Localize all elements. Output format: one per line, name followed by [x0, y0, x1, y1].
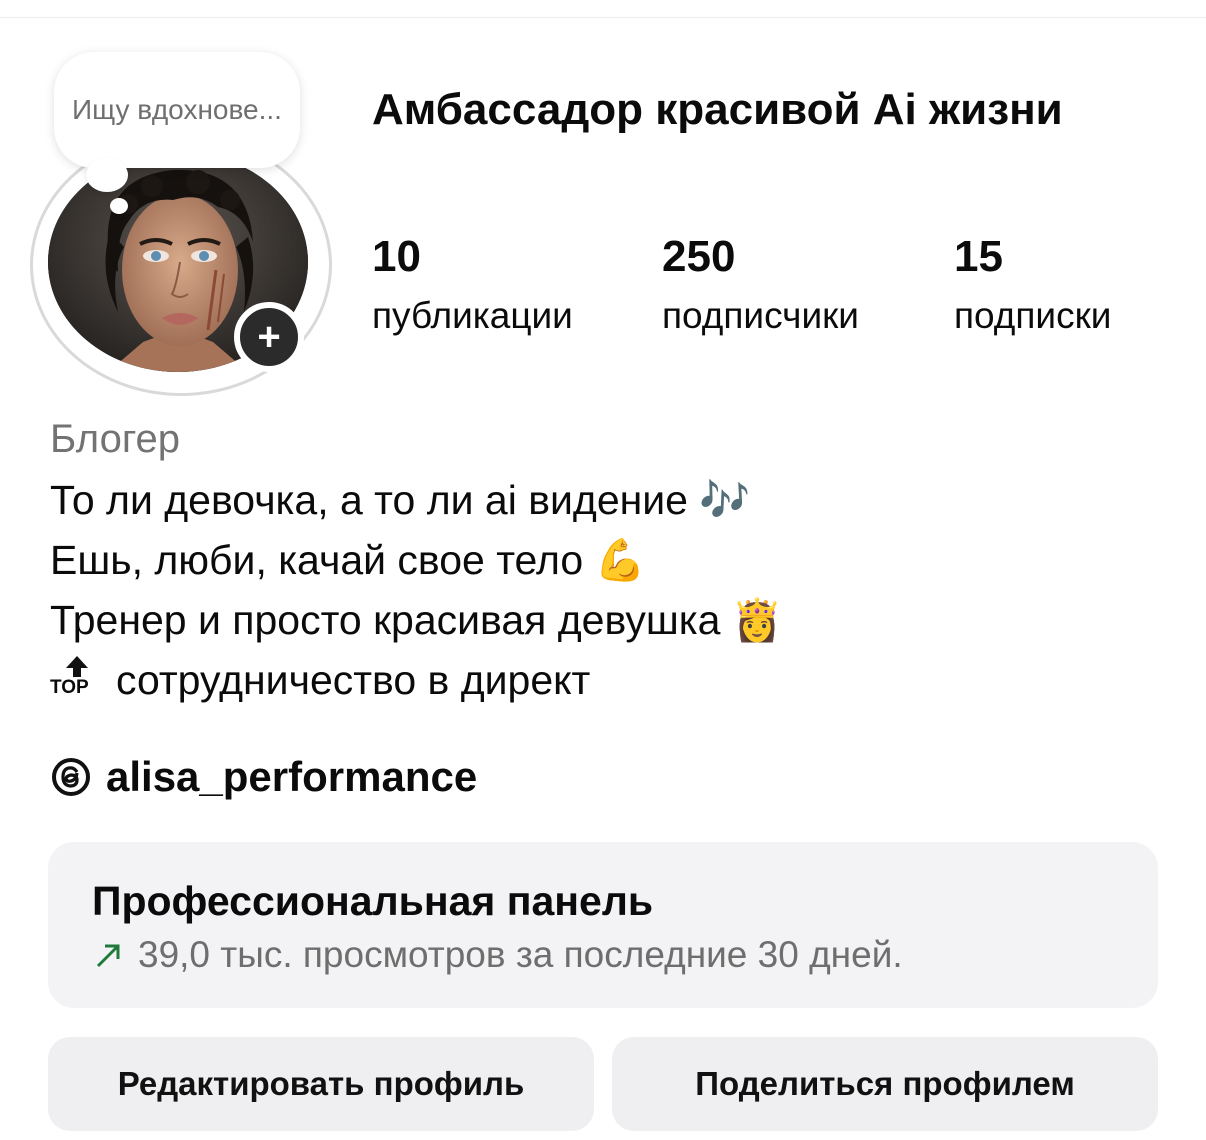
bio-line: То ли девочка, а то ли ai видение 🎶	[50, 470, 1150, 530]
bio: То ли девочка, а то ли ai видение 🎶 Ешь,…	[50, 470, 1150, 710]
stat-posts-value: 10	[372, 232, 421, 281]
bio-line: Ешь, люби, качай свое тело 💪	[50, 530, 1150, 590]
threads-icon	[52, 758, 90, 796]
edit-profile-button[interactable]: Редактировать профиль	[48, 1037, 594, 1131]
top-arrow-icon: TOP	[50, 656, 102, 700]
stat-followers[interactable]: 250 подписчики	[662, 230, 859, 346]
stat-posts[interactable]: 10 публикации	[372, 230, 573, 346]
top-divider	[0, 17, 1206, 18]
share-profile-label: Поделиться профилем	[695, 1065, 1075, 1102]
bio-line-text: То ли девочка, а то ли ai видение	[50, 477, 688, 523]
edit-profile-label: Редактировать профиль	[117, 1065, 525, 1102]
top-arrow-label: TOP	[50, 677, 89, 698]
note-bubble-tail	[86, 158, 128, 192]
bio-line-text: Ешь, люби, качай свое тело	[50, 537, 584, 583]
flexed-biceps-icon: 💪	[594, 536, 646, 584]
trend-up-arrow-icon	[96, 944, 120, 968]
threads-link[interactable]: alisa_performance	[50, 750, 477, 804]
princess-icon: 👸	[731, 596, 783, 644]
add-story-button[interactable]: +	[234, 302, 304, 372]
professional-dashboard[interactable]: Профессиональная панель 39,0 тыс. просмо…	[48, 842, 1158, 1008]
plus-icon: +	[257, 315, 281, 359]
stat-following-label: подписки	[954, 295, 1112, 336]
stat-posts-label: публикации	[372, 295, 573, 336]
profile-category: Блогер	[50, 417, 181, 461]
bio-line: TOP сотрудничество в директ	[50, 650, 1150, 710]
profile-page: + Ищу вдохнове... Амбассадор красивой Ai…	[0, 0, 1206, 1140]
bio-line-text: Тренер и просто красивая девушка	[50, 597, 721, 643]
share-profile-button[interactable]: Поделиться профилем	[612, 1037, 1158, 1131]
threads-handle: alisa_performance	[106, 753, 478, 800]
note-bubble-tail-dot	[110, 198, 128, 214]
note-text: Ищу вдохнове...	[72, 93, 282, 125]
professional-dashboard-stats: 39,0 тыс. просмотров за последние 30 дне…	[92, 930, 903, 980]
bio-line: Тренер и просто красивая девушка 👸	[50, 590, 1150, 650]
stat-followers-value: 250	[662, 232, 736, 281]
stat-following-value: 15	[954, 232, 1003, 281]
musical-notes-icon: 🎶	[699, 476, 751, 524]
professional-dashboard-title: Профессиональная панель	[92, 878, 654, 924]
stat-following[interactable]: 15 подписки	[954, 230, 1111, 346]
profile-name: Амбассадор красивой Ai жизни	[372, 85, 1063, 134]
professional-dashboard-subtitle: 39,0 тыс. просмотров за последние 30 дне…	[138, 934, 903, 975]
note-bubble[interactable]: Ищу вдохнове...	[54, 52, 300, 168]
bio-line-text: сотрудничество в директ	[116, 657, 591, 703]
stat-followers-label: подписчики	[662, 295, 859, 336]
